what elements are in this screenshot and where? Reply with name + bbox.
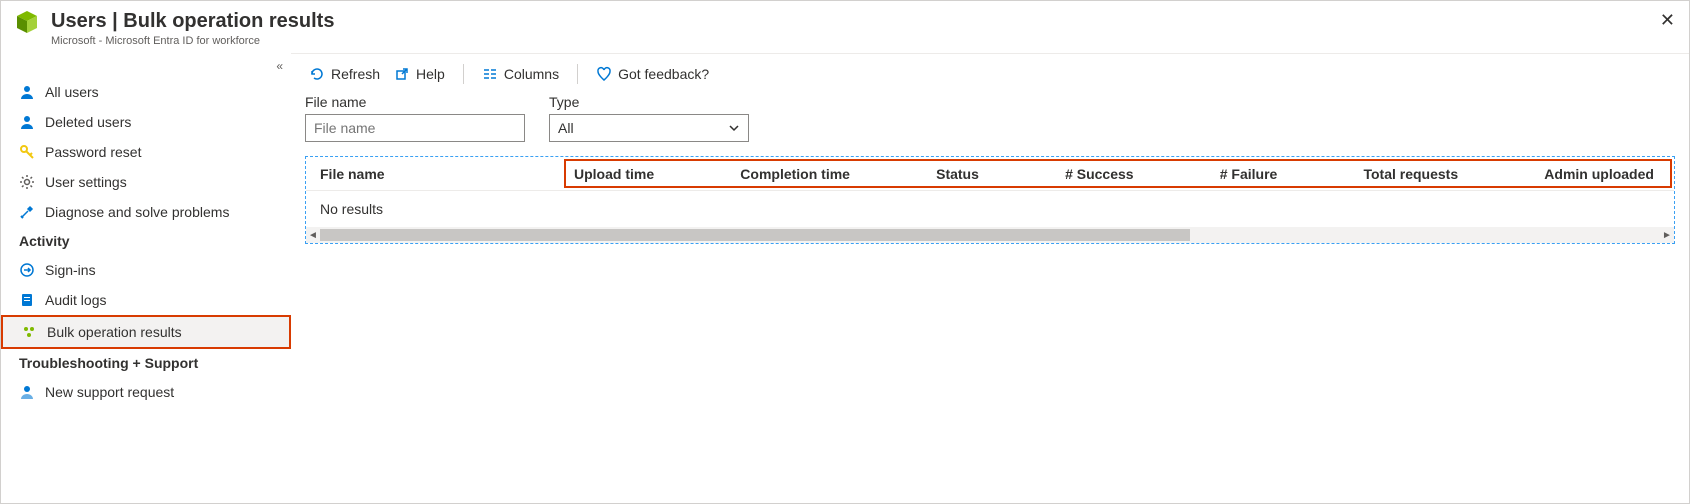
- support-icon: [19, 384, 35, 400]
- type-select-value: All: [558, 120, 574, 136]
- sidebar-item-deleted-users[interactable]: Deleted users: [1, 107, 291, 137]
- log-icon: [19, 292, 35, 308]
- sidebar-item-label: Deleted users: [45, 114, 131, 130]
- no-results-text: No results: [306, 191, 1674, 227]
- sidebar-heading-activity: Activity: [1, 227, 291, 255]
- chevron-down-icon: [728, 122, 740, 134]
- filename-filter-label: File name: [305, 94, 525, 110]
- sidebar-item-audit-logs[interactable]: Audit logs: [1, 285, 291, 315]
- sidebar-item-label: Diagnose and solve problems: [45, 204, 229, 220]
- separator: [577, 64, 578, 84]
- person-icon: [19, 114, 35, 130]
- column-header[interactable]: Upload time: [564, 166, 664, 182]
- main-content: Refresh Help Columns Got feedback: [291, 53, 1689, 503]
- column-header[interactable]: # Failure: [1210, 166, 1288, 182]
- external-link-icon: [394, 66, 410, 82]
- gear-icon: [19, 174, 35, 190]
- column-header[interactable]: Status: [926, 166, 989, 182]
- help-label: Help: [416, 66, 445, 82]
- columns-icon: [482, 66, 498, 82]
- column-header[interactable]: Completion time: [730, 166, 860, 182]
- heart-icon: [596, 66, 612, 82]
- sidebar-item-all-users[interactable]: All users: [1, 77, 291, 107]
- table-header: File name Upload time Completion time St…: [306, 157, 1674, 191]
- scrollbar-thumb[interactable]: [320, 229, 1190, 241]
- sidebar-item-password-reset[interactable]: Password reset: [1, 137, 291, 167]
- close-icon[interactable]: ✕: [1660, 11, 1675, 29]
- results-table: File name Upload time Completion time St…: [305, 156, 1675, 244]
- sidebar: « All users Deleted users Password reset: [1, 53, 291, 503]
- page-subtitle: Microsoft - Microsoft Entra ID for workf…: [51, 35, 334, 47]
- separator: [463, 64, 464, 84]
- filename-input[interactable]: [305, 114, 525, 142]
- sidebar-item-label: All users: [45, 84, 99, 100]
- filter-bar: File name Type All: [291, 94, 1689, 150]
- sidebar-heading-troubleshoot: Troubleshooting + Support: [1, 349, 291, 377]
- refresh-icon: [309, 66, 325, 82]
- sidebar-item-label: New support request: [45, 384, 174, 400]
- person-icon: [19, 84, 35, 100]
- column-header[interactable]: Admin uploaded: [1534, 166, 1664, 182]
- type-filter-label: Type: [549, 94, 749, 110]
- refresh-label: Refresh: [331, 66, 380, 82]
- toolbar: Refresh Help Columns Got feedback: [291, 54, 1689, 94]
- sidebar-item-support[interactable]: New support request: [1, 377, 291, 407]
- scroll-left-icon[interactable]: ◄: [306, 230, 320, 241]
- sidebar-item-bulk-results[interactable]: Bulk operation results: [1, 315, 291, 349]
- column-header[interactable]: Total requests: [1353, 166, 1468, 182]
- columns-button[interactable]: Columns: [478, 64, 563, 84]
- help-button[interactable]: Help: [390, 64, 449, 84]
- sidebar-item-label: Sign-ins: [45, 262, 96, 278]
- key-icon: [19, 144, 35, 160]
- feedback-label: Got feedback?: [618, 66, 709, 82]
- column-header[interactable]: File name: [306, 166, 564, 182]
- signin-icon: [19, 262, 35, 278]
- feedback-button[interactable]: Got feedback?: [592, 64, 713, 84]
- refresh-button[interactable]: Refresh: [305, 64, 384, 84]
- sidebar-item-label: Audit logs: [45, 292, 106, 308]
- product-logo-icon: [13, 9, 41, 37]
- sidebar-item-label: Password reset: [45, 144, 141, 160]
- sidebar-item-sign-ins[interactable]: Sign-ins: [1, 255, 291, 285]
- scroll-right-icon[interactable]: ►: [1660, 230, 1674, 241]
- type-select[interactable]: All: [549, 114, 749, 142]
- sidebar-item-label: Bulk operation results: [47, 324, 182, 340]
- collapse-sidebar-icon[interactable]: «: [276, 59, 283, 73]
- sidebar-item-label: User settings: [45, 174, 127, 190]
- bulk-icon: [21, 324, 37, 340]
- columns-label: Columns: [504, 66, 559, 82]
- sidebar-item-diagnose[interactable]: Diagnose and solve problems: [1, 197, 291, 227]
- column-header[interactable]: # Success: [1055, 166, 1144, 182]
- page-title: Users | Bulk operation results: [51, 9, 334, 33]
- horizontal-scrollbar[interactable]: ◄ ►: [306, 227, 1674, 243]
- sidebar-item-user-settings[interactable]: User settings: [1, 167, 291, 197]
- tools-icon: [19, 204, 35, 220]
- page-header: Users | Bulk operation results Microsoft…: [1, 1, 1689, 53]
